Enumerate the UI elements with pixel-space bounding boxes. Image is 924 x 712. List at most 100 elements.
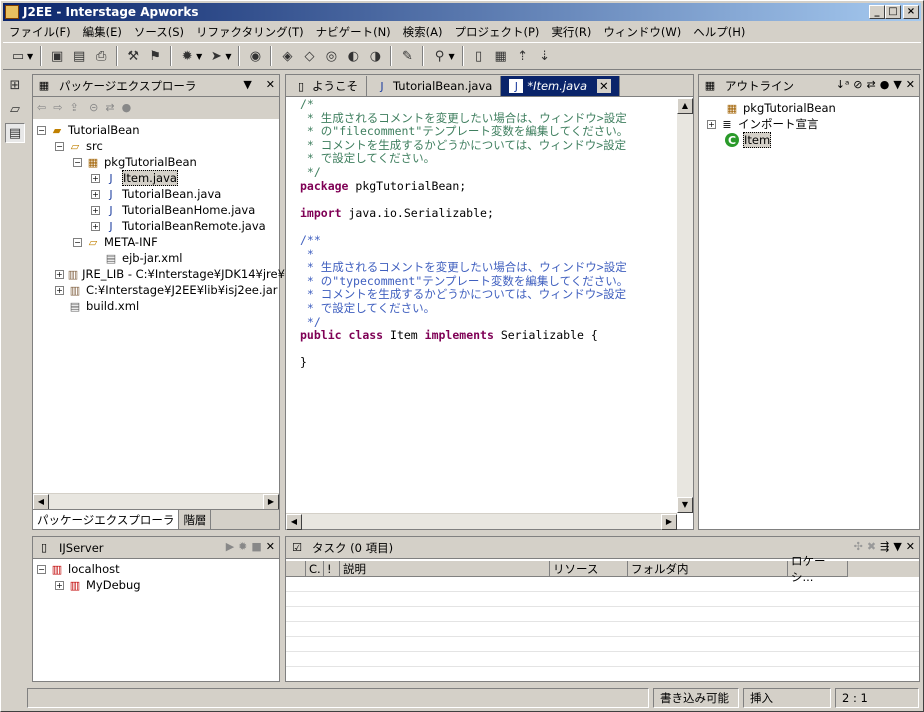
deploy-icon[interactable]: ⚑ xyxy=(145,46,165,66)
collapse-toggle[interactable]: − xyxy=(37,125,46,135)
previous-annotation-icon[interactable]: ⇡ xyxy=(513,46,533,66)
brush-icon[interactable]: ✎ xyxy=(397,46,417,66)
scroll-left-icon[interactable]: ◀ xyxy=(286,514,302,530)
stop-server-icon[interactable]: ■ xyxy=(251,540,261,553)
column-resource[interactable]: リソース xyxy=(550,561,628,577)
new-class-icon[interactable]: ◈ xyxy=(277,46,297,66)
column-folder[interactable]: フォルダ内 xyxy=(628,561,788,577)
tree-item-home-java[interactable]: + J TutorialBeanHome.java xyxy=(33,202,279,218)
tree-item-ejb-jar[interactable]: ▤ ejb-jar.xml xyxy=(33,250,279,266)
code-editor[interactable]: /* * 生成されるコメントを変更したい場合は、ウィンドウ>設定 * の"fil… xyxy=(286,98,676,508)
open-perspective-icon[interactable]: ⊞ xyxy=(5,75,25,95)
hide-fields-icon[interactable]: ⊘ xyxy=(853,78,862,91)
search-icon[interactable]: ⚲ xyxy=(429,46,449,66)
document-icon[interactable]: ▯ xyxy=(469,46,489,66)
tree-item-package[interactable]: − ▦ pkgTutorialBean xyxy=(33,154,279,170)
run-icon[interactable]: ➤ xyxy=(206,46,226,66)
new-ejb-icon[interactable]: ◐ xyxy=(343,46,363,66)
expand-toggle[interactable]: + xyxy=(91,205,100,215)
close-tab-icon[interactable]: ✕ xyxy=(597,79,611,93)
menu-run[interactable]: 実行(R) xyxy=(545,24,597,40)
column-description[interactable]: 説明 xyxy=(340,561,550,577)
tree-item-build-xml[interactable]: ▤ build.xml xyxy=(33,298,279,314)
vertical-scrollbar[interactable]: ▲ ▼ xyxy=(677,98,693,513)
scroll-right-icon[interactable]: ▶ xyxy=(661,514,677,530)
column-priority[interactable]: ! xyxy=(324,561,340,577)
scroll-down-icon[interactable]: ▼ xyxy=(677,497,693,513)
collapse-toggle[interactable]: − xyxy=(73,237,82,247)
close-view-icon[interactable]: ✕ xyxy=(906,78,915,91)
collapse-toggle[interactable]: − xyxy=(73,157,82,167)
debug-dropdown-icon[interactable]: ▼ xyxy=(196,52,202,61)
expand-toggle[interactable]: + xyxy=(91,173,100,183)
expand-toggle[interactable]: + xyxy=(55,580,64,590)
scroll-right-icon[interactable]: ▶ xyxy=(263,494,279,510)
tab-tutorialbean-java[interactable]: J TutorialBean.java xyxy=(367,76,502,96)
expand-toggle[interactable]: + xyxy=(55,285,64,295)
column-location[interactable]: ロケーシ... xyxy=(788,554,848,584)
save-all-icon[interactable]: ▤ xyxy=(69,46,89,66)
outline-item-class[interactable]: C Item xyxy=(699,132,919,148)
run-dropdown-icon[interactable]: ▼ xyxy=(225,52,231,61)
link-editor-icon[interactable]: ⇄ xyxy=(105,101,114,114)
debug-server-icon[interactable]: ✹ xyxy=(238,540,247,553)
menu-project[interactable]: プロジェクト(P) xyxy=(449,24,546,40)
menu-search[interactable]: 検索(A) xyxy=(397,24,449,40)
search-dropdown-icon[interactable]: ▼ xyxy=(448,52,454,61)
close-view-icon[interactable]: ✕ xyxy=(266,540,275,553)
tree-item-meta-inf[interactable]: − ▱ META-INF xyxy=(33,234,279,250)
expand-toggle[interactable]: + xyxy=(55,269,64,279)
delete-task-icon[interactable]: ✖ xyxy=(867,540,876,553)
collapse-toggle[interactable]: − xyxy=(37,564,46,574)
print-icon[interactable]: ⎙ xyxy=(91,46,111,66)
view-menu-icon[interactable]: ▼ xyxy=(893,540,901,553)
add-task-icon[interactable]: ✣ xyxy=(854,540,863,553)
tree-item-item-java[interactable]: + J Item.java xyxy=(33,170,279,186)
maximize-button[interactable]: □ xyxy=(885,5,901,19)
next-annotation-icon[interactable]: ⇣ xyxy=(535,46,555,66)
new-package-icon[interactable]: ◎ xyxy=(321,46,341,66)
expand-toggle[interactable]: + xyxy=(707,119,716,129)
horizontal-scrollbar[interactable]: ◀ ▶ xyxy=(286,513,677,530)
filter-tasks-icon[interactable]: ⇶ xyxy=(880,540,889,553)
new-dropdown-icon[interactable]: ▼ xyxy=(27,52,33,61)
tab-item-java[interactable]: J *Item.java ✕ xyxy=(501,76,620,96)
menu-source[interactable]: ソース(S) xyxy=(128,24,190,40)
menu-window[interactable]: ウィンドウ(W) xyxy=(597,24,687,40)
outline-item-package[interactable]: ▦ pkgTutorialBean xyxy=(699,100,919,116)
menu-file[interactable]: ファイル(F) xyxy=(3,24,77,40)
start-server-icon[interactable]: ▶ xyxy=(226,540,234,553)
sort-icon[interactable]: ↓ᵃ xyxy=(836,78,850,91)
forward-icon[interactable]: ⇨ xyxy=(53,101,62,114)
expand-toggle[interactable]: + xyxy=(91,221,100,231)
outline-item-imports[interactable]: + ≣ インポート宣言 xyxy=(699,116,919,132)
tree-item-jre-lib[interactable]: + ▥ JRE_LIB - C:¥Interstage¥JDK14¥jre¥ xyxy=(33,266,285,282)
j2ee-perspective-icon[interactable]: ▤ xyxy=(5,123,25,143)
view-menu-icon[interactable]: ▼ xyxy=(243,78,251,91)
toggle-highlight-icon[interactable]: ▦ xyxy=(491,46,511,66)
server-item-mydebug[interactable]: + ▥ MyDebug xyxy=(33,577,279,593)
save-icon[interactable]: ▣ xyxy=(47,46,67,66)
up-icon[interactable]: ⇪ xyxy=(69,101,78,114)
tab-hierarchy[interactable]: 階層 xyxy=(179,510,212,529)
expand-toggle[interactable]: + xyxy=(91,189,100,199)
tree-item-remote-java[interactable]: + J TutorialBeanRemote.java xyxy=(33,218,279,234)
minimize-button[interactable]: _ xyxy=(869,5,885,19)
hide-nonpublic-icon[interactable]: ● xyxy=(880,78,890,91)
column-completed[interactable]: C. xyxy=(306,561,324,577)
tree-item-isj2ee-jar[interactable]: + ▥ C:¥Interstage¥J2EE¥lib¥isj2ee.jar xyxy=(33,282,279,298)
menu-help[interactable]: ヘルプ(H) xyxy=(687,24,751,40)
tree-item-tutorialbean-java[interactable]: + J TutorialBean.java xyxy=(33,186,279,202)
resource-perspective-icon[interactable]: ▱ xyxy=(5,99,25,119)
hide-static-icon[interactable]: ⇄ xyxy=(866,78,875,91)
scroll-up-icon[interactable]: ▲ xyxy=(677,98,693,114)
filter-icon[interactable]: ● xyxy=(122,101,132,114)
close-view-icon[interactable]: ✕ xyxy=(906,540,915,553)
tree-item-src[interactable]: − ▱ src xyxy=(33,138,279,154)
debug-icon[interactable]: ✹ xyxy=(177,46,197,66)
menu-refactor[interactable]: リファクタリング(T) xyxy=(190,24,310,40)
menu-edit[interactable]: 編集(E) xyxy=(77,24,128,40)
new-jsp-icon[interactable]: ◑ xyxy=(365,46,385,66)
tab-welcome[interactable]: ▯ ようこそ xyxy=(286,76,367,96)
new-interface-icon[interactable]: ◇ xyxy=(299,46,319,66)
